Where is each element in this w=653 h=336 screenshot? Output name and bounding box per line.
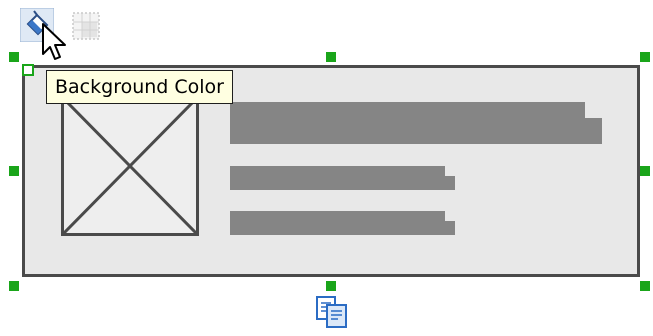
duplicate-button[interactable]: [314, 294, 350, 330]
border-style-button[interactable]: [70, 8, 104, 42]
text-placeholder-line: [230, 102, 585, 118]
mouse-pointer-icon: [42, 23, 66, 60]
resize-handle-top-right[interactable]: [640, 52, 650, 62]
resize-handle-left[interactable]: [9, 166, 19, 176]
image-placeholder-icon: [64, 99, 196, 233]
resize-handle-bottom[interactable]: [326, 281, 336, 291]
text-placeholder-line: [230, 176, 455, 190]
anchor-handle[interactable]: [22, 64, 34, 76]
copy-paste-icon: [316, 296, 347, 328]
resize-handle-right[interactable]: [640, 166, 650, 176]
canvas: Background Color: [0, 0, 653, 336]
resize-handle-bottom-left[interactable]: [9, 281, 19, 291]
resize-handle-bottom-right[interactable]: [640, 281, 650, 291]
image-placeholder: [61, 96, 199, 236]
tooltip: Background Color: [46, 70, 233, 104]
grid-icon: [72, 12, 100, 40]
text-placeholder-line: [230, 118, 602, 144]
text-placeholder-line: [230, 221, 455, 235]
resize-handle-top[interactable]: [326, 52, 336, 62]
resize-handle-top-left[interactable]: [9, 52, 19, 62]
